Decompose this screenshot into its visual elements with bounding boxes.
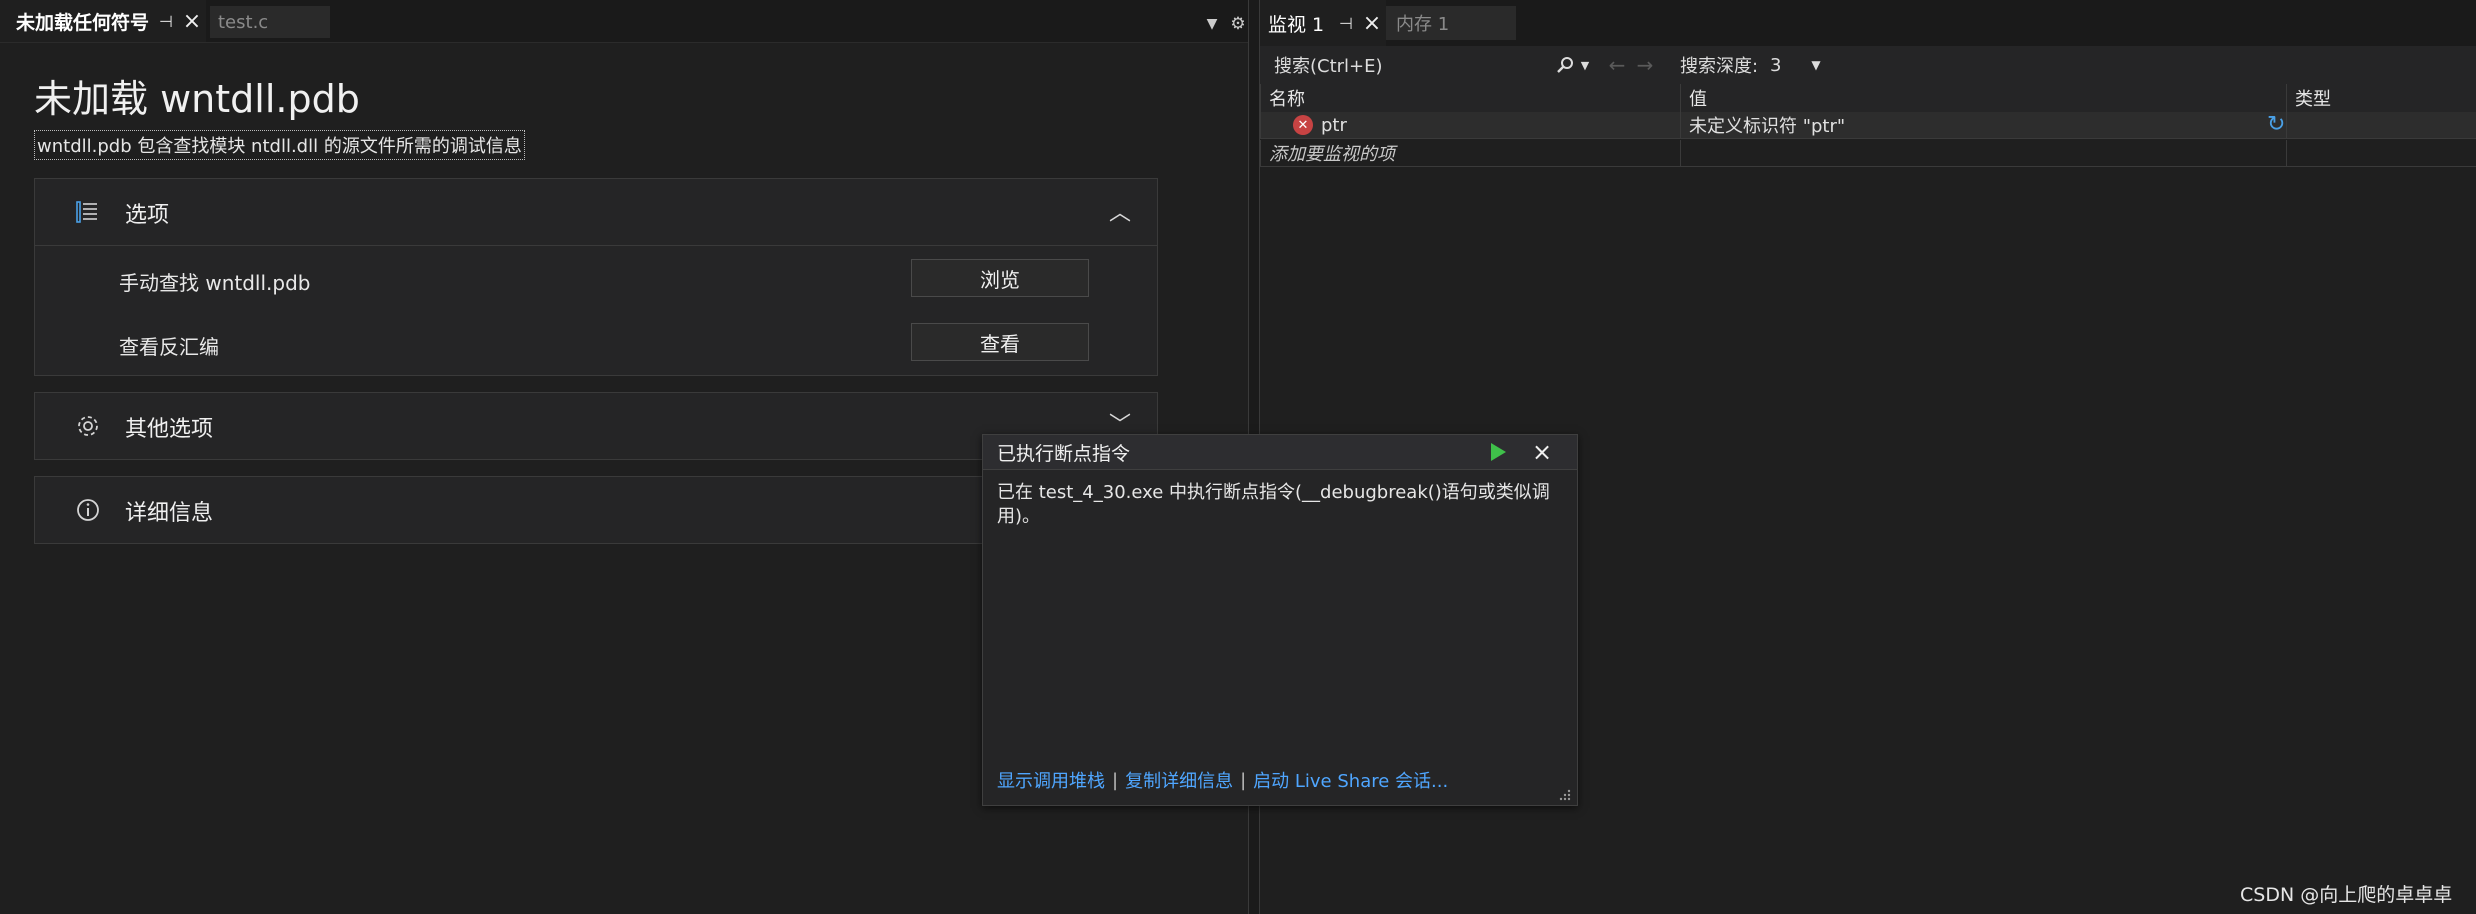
watch-grid-header: 名称 值 类型 [1260, 84, 2476, 113]
search-placeholder: 搜索(Ctrl+E) [1274, 56, 1383, 77]
watch-toolbar: 搜索(Ctrl+E) ▼ ← → 搜索深度: 3 ▼ [1260, 46, 2476, 85]
close-icon[interactable]: × [1529, 438, 1555, 466]
table-row[interactable]: ✕ ptr 未定义标识符 "ptr" ↻ [1260, 112, 2476, 139]
popup-header: 已执行断点指令 × [983, 435, 1577, 470]
manual-find-label: 手动查找 wntdll.pdb [119, 271, 311, 295]
other-options-label: 其他选项 [125, 417, 214, 442]
gear-icon[interactable]: ⚙ [1226, 12, 1250, 36]
refresh-icon[interactable]: ↻ [2267, 112, 2285, 137]
popup-title: 已执行断点指令 [997, 442, 1131, 465]
chevron-up-icon[interactable]: ︿ [1109, 195, 1131, 227]
options-list-icon [71, 195, 105, 229]
error-icon: ✕ [1293, 115, 1313, 135]
watch-name: ptr [1321, 114, 1347, 136]
empty-value-cell [1680, 140, 2286, 166]
show-call-stack-link[interactable]: 显示调用堆栈 [997, 767, 1105, 793]
add-watch-placeholder[interactable]: 添加要监视的项 [1260, 140, 1680, 166]
column-name[interactable]: 名称 [1260, 84, 1680, 112]
arrow-left-icon[interactable]: ← [1604, 50, 1630, 80]
add-watch-row[interactable]: 添加要监视的项 [1260, 140, 2476, 167]
options-section-header[interactable]: 选项 ︿ [35, 179, 1157, 246]
continue-play-icon[interactable] [1485, 439, 1511, 465]
tab-label: 监视 1 [1268, 13, 1325, 36]
page-description: wntdll.pdb 包含查找模块 ntdll.dll 的源文件所需的调试信息 [34, 130, 525, 160]
watch-type-cell [2286, 112, 2476, 138]
view-button[interactable]: 查看 [911, 323, 1089, 361]
tab-list-dropdown-icon[interactable]: ▼ [1200, 12, 1224, 36]
copy-details-link[interactable]: 复制详细信息 [1125, 767, 1233, 793]
pin-icon[interactable]: ⊣ [1334, 11, 1358, 35]
watch-name-cell[interactable]: ✕ ptr [1260, 112, 1680, 138]
options-label: 选项 [125, 203, 170, 228]
watch-search-input[interactable]: 搜索(Ctrl+E) [1266, 50, 1596, 80]
options-section: 选项 ︿ 手动查找 wntdll.pdb 浏览 查看反汇编 查看 [34, 178, 1158, 376]
chevron-down-icon[interactable]: ▼ [1806, 54, 1826, 76]
search-depth-select[interactable]: 3 [1770, 50, 1781, 80]
close-icon[interactable]: × [1360, 11, 1384, 36]
watermark: CSDN @向上爬的卓卓卓 [2240, 884, 2453, 906]
arrow-right-icon[interactable]: → [1632, 50, 1658, 80]
watch-value-cell[interactable]: 未定义标识符 "ptr" ↻ [1680, 112, 2286, 138]
info-icon [71, 493, 105, 527]
empty-type-cell [2286, 140, 2476, 166]
gear-icon [71, 409, 105, 443]
watch-tab-bar: 监视 1 ⊣ × 内存 1 [1260, 0, 2476, 46]
search-depth-label: 搜索深度: [1680, 56, 1759, 77]
tab-memory-1[interactable]: 内存 1 [1386, 6, 1516, 40]
column-value[interactable]: 值 [1680, 84, 2286, 112]
column-type[interactable]: 类型 [2286, 84, 2476, 112]
watch-value: 未定义标识符 "ptr" [1689, 116, 1846, 137]
tab-label: test.c [218, 11, 269, 33]
live-share-link[interactable]: 启动 Live Share 会话... [1253, 767, 1448, 793]
tab-label: 内存 1 [1396, 14, 1450, 35]
popup-message: 已在 test_4_30.exe 中执行断点指令(__debugbreak()语… [997, 482, 1550, 527]
link-divider: | [1112, 769, 1119, 791]
resize-grip-icon[interactable] [1557, 787, 1573, 803]
tab-label: 未加载任何符号 [16, 11, 150, 34]
details-label: 详细信息 [125, 501, 214, 526]
pin-icon[interactable]: ⊣ [154, 9, 178, 33]
view-disassembly-label: 查看反汇编 [119, 335, 219, 359]
tab-test-c[interactable]: test.c [210, 6, 330, 38]
link-divider: | [1240, 769, 1247, 791]
search-options-dropdown-icon[interactable]: ▼ [1572, 50, 1598, 80]
document-tab-bar: 未加载任何符号 ⊣ × test.c ▼ ⚙ [0, 0, 1248, 43]
close-icon[interactable]: × [180, 9, 204, 34]
page-title: 未加载 wntdll.pdb [34, 77, 360, 121]
exception-popup: 已执行断点指令 × 已在 test_4_30.exe 中执行断点指令(__deb… [982, 434, 1578, 806]
browse-button[interactable]: 浏览 [911, 259, 1089, 297]
popup-links: 显示调用堆栈 | 复制详细信息 | 启动 Live Share 会话... [997, 767, 1448, 793]
